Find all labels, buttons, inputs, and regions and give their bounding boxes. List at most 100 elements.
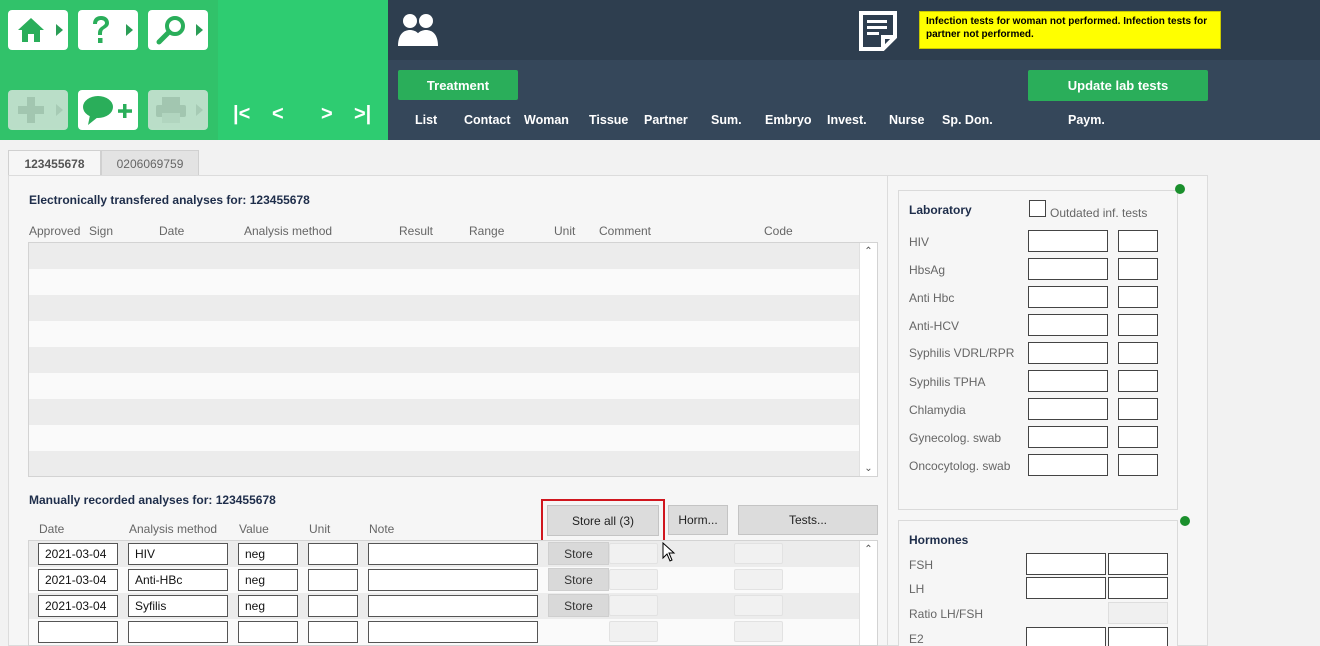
table-row[interactable] xyxy=(29,295,877,321)
hormone-date-field[interactable] xyxy=(1108,553,1168,575)
update-lab-tests-button[interactable]: Update lab tests xyxy=(1028,70,1208,101)
menu-woman[interactable]: Woman xyxy=(524,113,569,127)
lab-result-field[interactable] xyxy=(1028,314,1108,336)
help-button[interactable] xyxy=(78,10,138,50)
table-row[interactable] xyxy=(29,451,877,476)
menu-contact[interactable]: Contact xyxy=(464,113,511,127)
menu-sum[interactable]: Sum. xyxy=(711,113,742,127)
value-field[interactable]: neg xyxy=(238,543,298,565)
menu-paym[interactable]: Paym. xyxy=(1068,113,1105,127)
lab-result-field[interactable] xyxy=(1028,230,1108,252)
tab-patient-2[interactable]: 0206069759 xyxy=(101,150,199,176)
previous-record-button[interactable]: < xyxy=(272,103,284,126)
table-row[interactable] xyxy=(29,347,877,373)
chevron-up-icon[interactable]: ⌃ xyxy=(860,541,877,557)
next-record-button[interactable]: > xyxy=(321,103,333,126)
note-field[interactable] xyxy=(368,621,538,643)
first-record-button[interactable]: |< xyxy=(233,103,250,126)
lab-date-field[interactable] xyxy=(1118,258,1158,280)
lab-date-field[interactable] xyxy=(1118,370,1158,392)
lab-date-field[interactable] xyxy=(1118,342,1158,364)
date-field[interactable]: 2021-03-04 xyxy=(38,543,118,565)
date-field[interactable]: 2021-03-04 xyxy=(38,595,118,617)
lab-result-field[interactable] xyxy=(1028,426,1108,448)
store-button[interactable]: Store xyxy=(548,568,609,591)
menu-list[interactable]: List xyxy=(415,113,437,127)
hormone-date-field[interactable] xyxy=(1108,577,1168,599)
table-row[interactable] xyxy=(29,243,877,269)
table-row[interactable] xyxy=(29,269,877,295)
hormone-value-field[interactable] xyxy=(1026,553,1106,575)
scrollbar[interactable]: ⌃ ⌄ xyxy=(859,243,877,476)
lab-result-field[interactable] xyxy=(1028,454,1108,476)
last-record-button[interactable]: >| xyxy=(354,103,371,126)
outdated-tests-checkbox[interactable] xyxy=(1029,200,1046,217)
disabled-field xyxy=(609,595,658,616)
value-field[interactable] xyxy=(238,621,298,643)
unit-field[interactable] xyxy=(308,595,358,617)
date-field[interactable]: 2021-03-04 xyxy=(38,569,118,591)
value-field[interactable]: neg xyxy=(238,595,298,617)
unit-field[interactable] xyxy=(308,569,358,591)
chevron-down-icon[interactable]: ⌄ xyxy=(860,460,877,476)
date-field[interactable] xyxy=(38,621,118,643)
status-dot xyxy=(1175,184,1185,194)
unit-field[interactable] xyxy=(308,621,358,643)
lab-result-field[interactable] xyxy=(1028,286,1108,308)
notes-icon[interactable] xyxy=(857,9,899,56)
chevron-up-icon[interactable]: ⌃ xyxy=(860,243,877,259)
speech-bubble-plus-icon xyxy=(78,90,138,130)
lab-date-field[interactable] xyxy=(1118,398,1158,420)
lab-date-field[interactable] xyxy=(1118,314,1158,336)
lab-result-field[interactable] xyxy=(1028,342,1108,364)
add-button[interactable] xyxy=(8,90,68,130)
lab-date-field[interactable] xyxy=(1118,230,1158,252)
lab-result-field[interactable] xyxy=(1028,398,1108,420)
hormone-value-field[interactable] xyxy=(1026,577,1106,599)
store-button[interactable]: Store xyxy=(548,542,609,565)
analysis-method-field[interactable]: Syfilis xyxy=(128,595,228,617)
lab-date-field[interactable] xyxy=(1118,286,1158,308)
electronic-analyses-table[interactable]: ⌃ ⌄ xyxy=(28,242,878,477)
hormone-date-field[interactable] xyxy=(1108,627,1168,646)
lab-result-field[interactable] xyxy=(1028,370,1108,392)
analysis-method-field[interactable]: Anti-HBc xyxy=(128,569,228,591)
column-header: Unit xyxy=(554,224,576,238)
table-row[interactable] xyxy=(29,373,877,399)
menu-sp-don[interactable]: Sp. Don. xyxy=(942,113,993,127)
lab-result-field[interactable] xyxy=(1028,258,1108,280)
note-field[interactable] xyxy=(368,595,538,617)
table-row[interactable] xyxy=(29,321,877,347)
add-message-button[interactable] xyxy=(78,90,138,130)
note-field[interactable] xyxy=(368,543,538,565)
hormone-value-field[interactable] xyxy=(1026,627,1106,646)
analysis-method-field[interactable] xyxy=(128,621,228,643)
dropdown-arrow-icon xyxy=(56,24,63,36)
unit-field[interactable] xyxy=(308,543,358,565)
search-button[interactable] xyxy=(148,10,208,50)
hormone-label: Ratio LH/FSH xyxy=(909,607,984,621)
menu-partner[interactable]: Partner xyxy=(644,113,688,127)
home-button[interactable] xyxy=(8,10,68,50)
lab-date-field[interactable] xyxy=(1118,426,1158,448)
menu-embryo[interactable]: Embryo xyxy=(765,113,812,127)
menu-invest[interactable]: Invest. xyxy=(827,113,867,127)
hormone-label: FSH xyxy=(909,558,933,572)
table-row[interactable] xyxy=(29,425,877,451)
store-all-button[interactable]: Store all (3) xyxy=(547,505,659,536)
tests-button[interactable]: Tests... xyxy=(738,505,878,535)
treatment-button[interactable]: Treatment xyxy=(398,70,518,100)
value-field[interactable]: neg xyxy=(238,569,298,591)
store-button[interactable]: Store xyxy=(548,594,609,617)
table-row[interactable] xyxy=(29,399,877,425)
scrollbar[interactable]: ⌃ xyxy=(859,541,877,645)
menu-tissue[interactable]: Tissue xyxy=(589,113,628,127)
print-button[interactable] xyxy=(148,90,208,130)
tab-patient-1[interactable]: 123455678 xyxy=(8,150,101,176)
analysis-method-field[interactable]: HIV xyxy=(128,543,228,565)
note-field[interactable] xyxy=(368,569,538,591)
hormones-button[interactable]: Horm... xyxy=(668,505,728,535)
patients-icon[interactable] xyxy=(396,10,440,55)
menu-nurse[interactable]: Nurse xyxy=(889,113,924,127)
lab-date-field[interactable] xyxy=(1118,454,1158,476)
